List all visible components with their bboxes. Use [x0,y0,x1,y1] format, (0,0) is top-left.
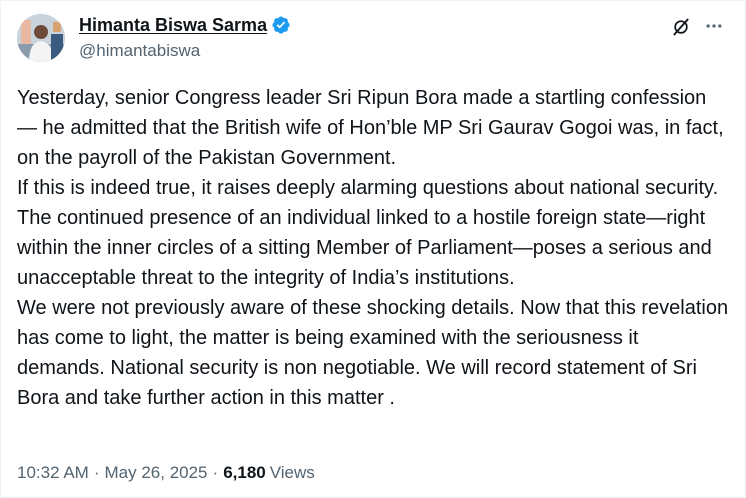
meta-separator: · [212,463,219,482]
post-card: Himanta Biswa Sarma @himantabiswa Yester… [0,0,746,498]
views-count: 6,180 [223,463,266,482]
post-time[interactable]: 10:32 AM [17,463,89,483]
author-handle[interactable]: @himantabiswa [79,41,291,61]
author-info: Himanta Biswa Sarma @himantabiswa [79,13,291,61]
post-meta: 10:32 AM · May 26, 2025 · 6,180 Views [17,463,315,483]
grok-icon[interactable] [671,17,691,37]
author-name[interactable]: Himanta Biswa Sarma [79,15,267,36]
verified-badge-icon[interactable] [271,15,291,35]
views-label: Views [269,463,315,482]
avatar[interactable] [17,14,65,62]
profile-photo-icon [17,14,65,62]
meta-separator: · [93,463,100,482]
post-date[interactable]: May 26, 2025 [105,463,208,483]
post-text: Yesterday, senior Congress leader Sri Ri… [17,87,729,409]
post-header: Himanta Biswa Sarma @himantabiswa [17,11,731,65]
more-options-icon[interactable] [701,13,727,39]
